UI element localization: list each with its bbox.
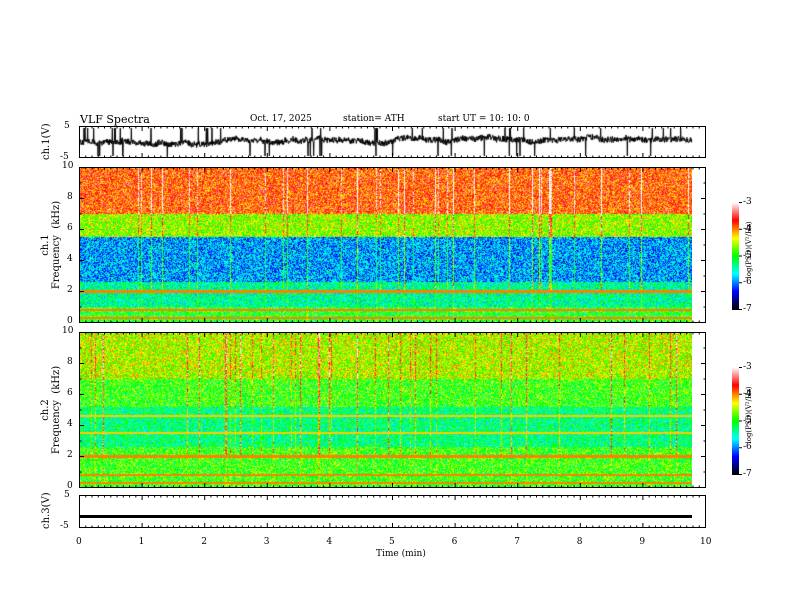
tick-marks (79, 126, 742, 528)
vlf-spectra-figure: VLF Spectra Oct. 17, 2025 station= ATH s… (0, 0, 792, 612)
